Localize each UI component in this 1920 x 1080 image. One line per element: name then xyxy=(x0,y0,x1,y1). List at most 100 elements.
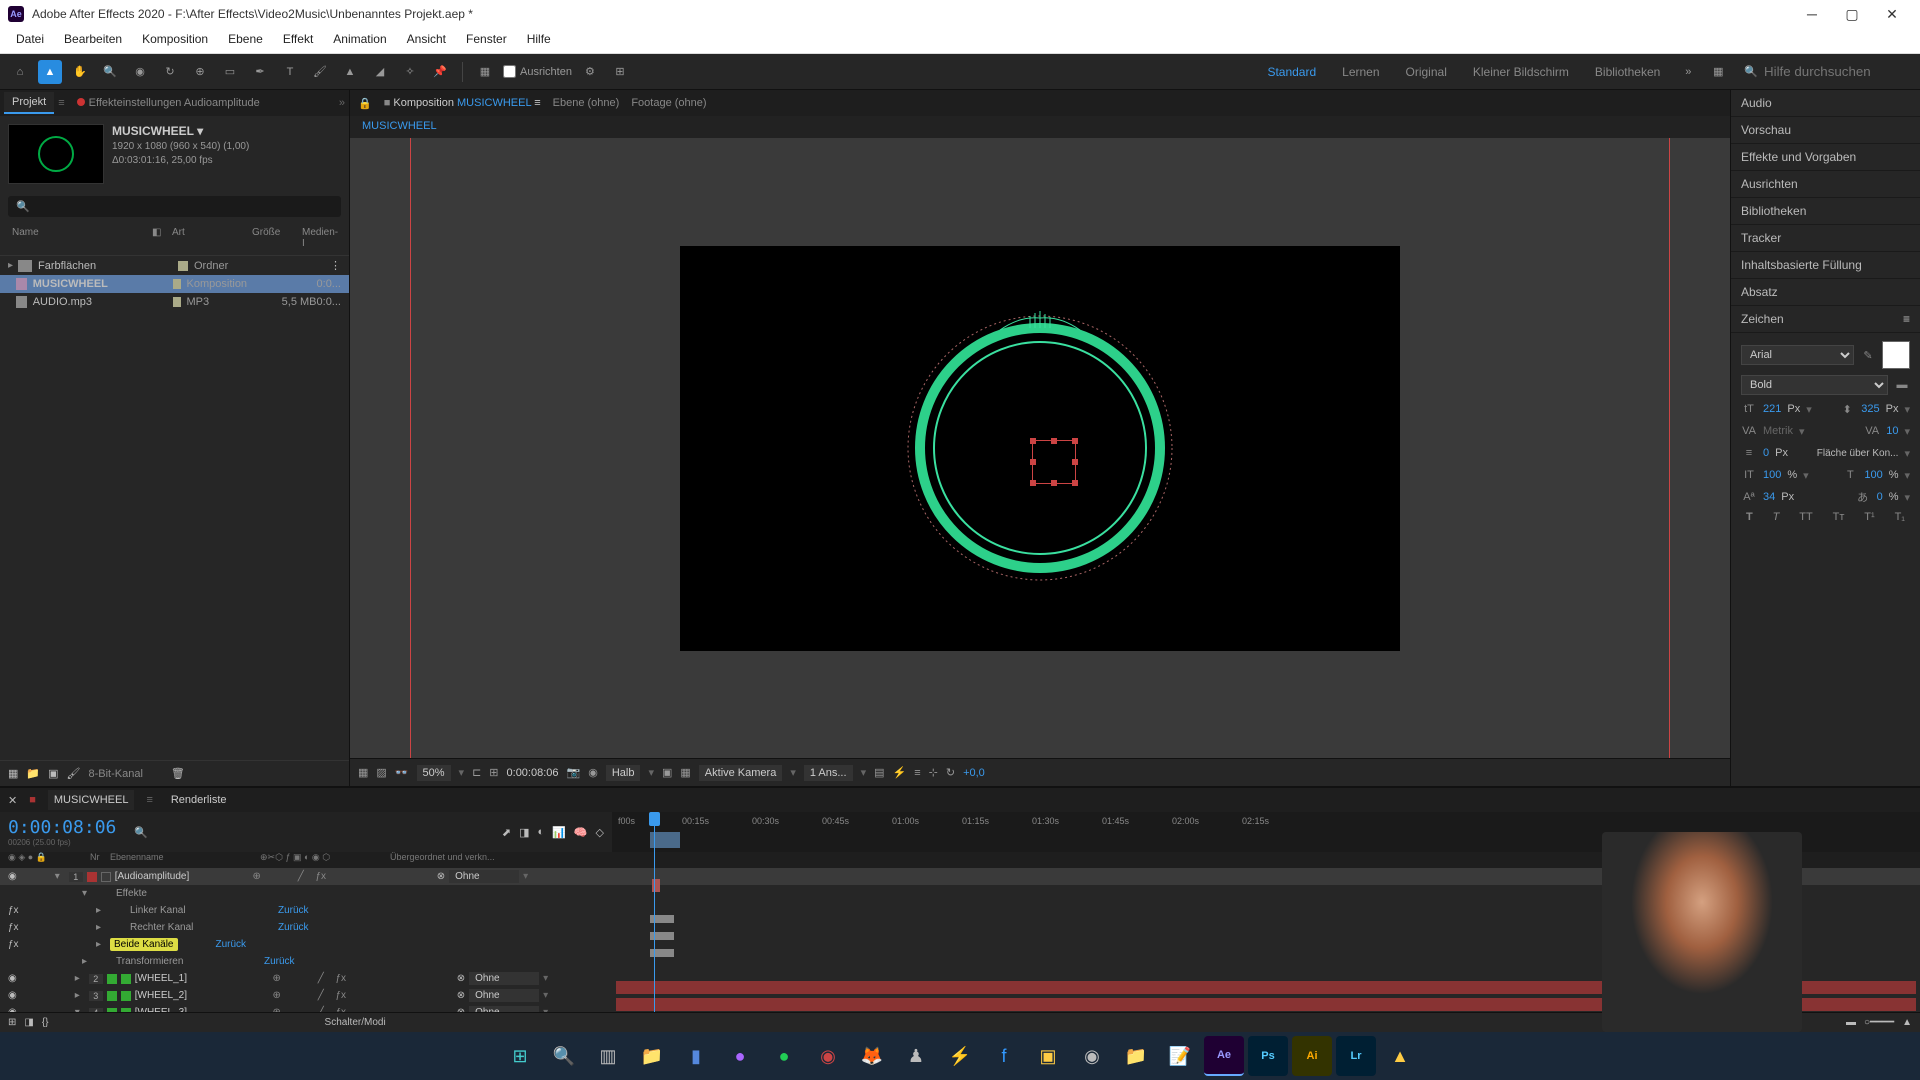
allcaps-button[interactable]: TT xyxy=(1799,511,1812,523)
layer-viewer-tab[interactable]: Ebene (ohne) xyxy=(553,97,620,109)
workspace-original[interactable]: Original xyxy=(1396,61,1457,83)
transparency-icon[interactable]: ▦ xyxy=(680,766,690,779)
channel-icon[interactable]: ◉ xyxy=(588,766,598,779)
minimize-button[interactable]: ─ xyxy=(1792,0,1832,28)
roto-tool[interactable]: ✧ xyxy=(398,60,422,84)
eraser-tool[interactable]: ◢ xyxy=(368,60,392,84)
shy-toggle[interactable]: ⬈ xyxy=(502,826,511,839)
stroke-width[interactable]: 0 xyxy=(1763,447,1769,459)
tracking[interactable]: 10 xyxy=(1886,425,1898,437)
illustrator-taskbar[interactable]: Ai xyxy=(1292,1036,1332,1076)
workspace-menu[interactable]: ▦ xyxy=(1706,60,1730,84)
comp-breadcrumb[interactable]: MUSICWHEEL xyxy=(350,116,1730,138)
search-taskbar[interactable]: 🔍 xyxy=(544,1036,584,1076)
snap-toggle[interactable]: ▦ xyxy=(473,60,497,84)
menu-ansicht[interactable]: Ansicht xyxy=(399,28,454,53)
maximize-button[interactable]: ▢ xyxy=(1832,0,1872,28)
app-5[interactable]: ▣ xyxy=(1028,1036,1068,1076)
app-2[interactable]: ● xyxy=(720,1036,760,1076)
workspace-standard[interactable]: Standard xyxy=(1257,61,1326,83)
font-family[interactable]: Arial xyxy=(1741,345,1854,365)
messenger[interactable]: ⚡ xyxy=(940,1036,980,1076)
help-search[interactable] xyxy=(1764,64,1904,79)
font-weight[interactable]: Bold xyxy=(1741,375,1888,395)
hscale[interactable]: 100 xyxy=(1864,469,1882,481)
res-select[interactable]: Halb xyxy=(606,765,641,781)
toggle-3d[interactable]: 👓 xyxy=(395,766,409,779)
zoom-in-icon[interactable]: ▲ xyxy=(1902,1017,1912,1028)
project-item-audio[interactable]: AUDIO.mp3 MP3 5,5 MB 0:0... xyxy=(0,293,349,311)
rect-tool[interactable]: ▭ xyxy=(218,60,242,84)
selection-handles[interactable] xyxy=(1032,440,1076,484)
workspace-bibliotheken[interactable]: Bibliotheken xyxy=(1585,61,1670,83)
font-size[interactable]: 221 xyxy=(1763,403,1781,415)
footage-viewer-tab[interactable]: Footage (ohne) xyxy=(631,97,706,109)
menu-fenster[interactable]: Fenster xyxy=(458,28,515,53)
time-ruler[interactable]: f00s 00:15s 00:30s 00:45s 01:00s 01:15s … xyxy=(612,812,1920,832)
effect-controls-tab[interactable]: Effekteinstellungen Audioamplitude xyxy=(69,93,268,113)
menu-hilfe[interactable]: Hilfe xyxy=(519,28,559,53)
refresh-icon[interactable]: ↻ xyxy=(946,766,955,779)
menu-ebene[interactable]: Ebene xyxy=(220,28,271,53)
pen-tool[interactable]: ✒ xyxy=(248,60,272,84)
graph-editor[interactable]: 📊 xyxy=(552,826,566,839)
hand-tool[interactable]: ✋ xyxy=(68,60,92,84)
fast-preview-icon[interactable]: ⚡ xyxy=(893,766,907,779)
app-4[interactable]: ♟ xyxy=(896,1036,936,1076)
panel-bibliotheken[interactable]: Bibliotheken xyxy=(1731,198,1920,225)
project-tab[interactable]: Projekt xyxy=(4,92,54,114)
close-tab-icon[interactable]: ✕ xyxy=(8,794,17,807)
panel-tracker[interactable]: Tracker xyxy=(1731,225,1920,252)
flowchart-icon[interactable]: ⊹ xyxy=(929,766,938,779)
zoom-out-icon[interactable]: ▬ xyxy=(1846,1017,1856,1028)
lightroom-taskbar[interactable]: Lr xyxy=(1336,1036,1376,1076)
panel-content-aware[interactable]: Inhaltsbasierte Füllung xyxy=(1731,252,1920,279)
fill-color[interactable] xyxy=(1882,341,1910,369)
project-item-folder[interactable]: ▸ Farbflächen Ordner ⋮ xyxy=(0,256,349,275)
brain-icon[interactable]: 🧠 xyxy=(574,826,588,839)
roi-icon[interactable]: ▣ xyxy=(662,766,672,779)
panel-ausrichten[interactable]: Ausrichten xyxy=(1731,171,1920,198)
menu-datei[interactable]: Datei xyxy=(8,28,52,53)
snapshot-icon[interactable]: 📷 xyxy=(567,766,581,779)
res-icon[interactable]: ⊏ xyxy=(472,766,481,779)
superscript-button[interactable]: T¹ xyxy=(1864,511,1874,523)
baseline-shift[interactable]: 34 xyxy=(1763,491,1775,503)
puppet-tool[interactable]: 📌 xyxy=(428,60,452,84)
menu-effekt[interactable]: Effekt xyxy=(275,28,321,53)
search-timeline[interactable]: 🔍 xyxy=(134,826,148,839)
grid-toggle[interactable]: ⊞ xyxy=(608,60,632,84)
app-1[interactable]: ▮ xyxy=(676,1036,716,1076)
snap-options[interactable]: ⚙ xyxy=(578,60,602,84)
app-3[interactable]: ◉ xyxy=(808,1036,848,1076)
bold-button[interactable]: T xyxy=(1746,511,1753,523)
app-6[interactable]: ▲ xyxy=(1380,1036,1420,1076)
smallcaps-button[interactable]: Tᴛ xyxy=(1833,511,1845,523)
adjust-icon[interactable]: 🖌 xyxy=(67,767,81,780)
project-search[interactable]: 🔍 xyxy=(8,196,341,217)
project-item-comp[interactable]: MUSICWHEEL Komposition 0:0... xyxy=(0,275,349,293)
playhead[interactable] xyxy=(654,812,655,1012)
toggle-2-icon[interactable]: ◨ xyxy=(24,1017,33,1028)
panel-zeichen[interactable]: Zeichen≡ xyxy=(1731,306,1920,333)
zoom-tool[interactable]: 🔍 xyxy=(98,60,122,84)
grid-icon[interactable]: ⊞ xyxy=(489,766,498,779)
workspace-more[interactable]: » xyxy=(1676,60,1700,84)
renderlist-tab[interactable]: Renderliste xyxy=(165,790,233,810)
motion-blur-toggle[interactable]: ◐ xyxy=(537,826,544,838)
interpret-icon[interactable]: ▦ xyxy=(8,767,18,780)
workspace-lernen[interactable]: Lernen xyxy=(1332,61,1389,83)
anchor-tool[interactable]: ⊕ xyxy=(188,60,212,84)
subscript-button[interactable]: T₁ xyxy=(1895,511,1905,523)
zoom-select[interactable]: 50% xyxy=(417,765,451,781)
new-folder-icon[interactable]: 📁 xyxy=(26,767,40,780)
frame-blend-toggle[interactable]: ◨ xyxy=(519,826,529,839)
panel-effekte[interactable]: Effekte und Vorgaben xyxy=(1731,144,1920,171)
parent-dropdown[interactable]: Ohne xyxy=(449,870,519,883)
timeline-icon[interactable]: ≡ xyxy=(914,767,920,779)
toggle-switches-icon[interactable]: ⊞ xyxy=(8,1017,16,1028)
composition-viewer[interactable] xyxy=(350,138,1730,758)
home-button[interactable]: ⌂ xyxy=(8,60,32,84)
zoom-slider[interactable]: ○━━━━ xyxy=(1864,1017,1894,1028)
new-comp-icon[interactable]: ▣ xyxy=(48,767,58,780)
